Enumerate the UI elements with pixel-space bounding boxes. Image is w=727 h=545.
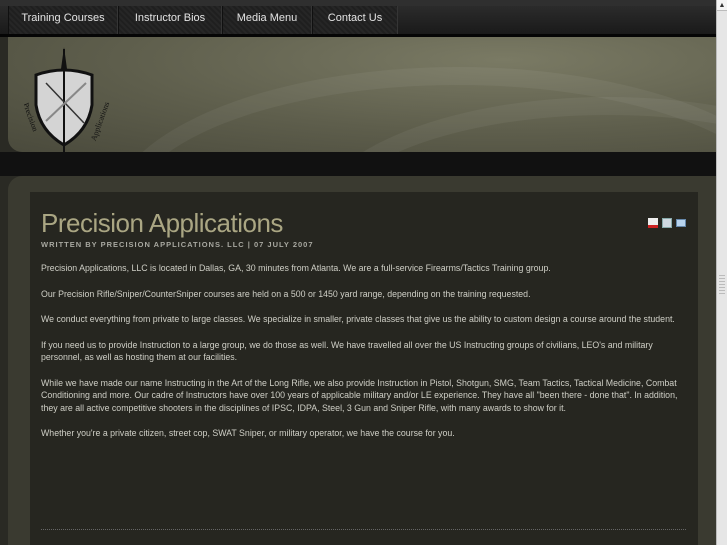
content-area: Precision Applications WRITTEN BY PRECIS… bbox=[8, 176, 716, 545]
dotted-divider bbox=[41, 529, 686, 530]
email-icon[interactable] bbox=[676, 219, 686, 227]
print-icon[interactable] bbox=[662, 218, 672, 228]
article: Precision Applications WRITTEN BY PRECIS… bbox=[30, 192, 698, 545]
paragraph: Our Precision Rifle/Sniper/CounterSniper… bbox=[41, 288, 531, 299]
nav-instructor-bios[interactable]: Instructor Bios bbox=[118, 6, 222, 34]
article-body: Precision Applications, LLC is located i… bbox=[41, 262, 691, 453]
shield-logo-icon: Precision Applications bbox=[21, 47, 111, 155]
paragraph: Precision Applications, LLC is located i… bbox=[41, 263, 551, 273]
logo[interactable]: Precision Applications bbox=[21, 43, 114, 158]
nav-training-courses[interactable]: Training Courses bbox=[8, 6, 118, 34]
nav-contact-us[interactable]: Contact Us bbox=[312, 6, 398, 34]
header-banner: Precision Applications bbox=[8, 37, 716, 367]
scroll-up-arrow-icon[interactable]: ▲ bbox=[717, 0, 727, 11]
scrollbar-thumb-grip[interactable] bbox=[719, 275, 725, 295]
pdf-icon[interactable] bbox=[648, 218, 658, 228]
paragraph: Whether you're a private citizen, street… bbox=[41, 428, 455, 438]
article-actions bbox=[648, 218, 686, 228]
nav-media-menu[interactable]: Media Menu bbox=[222, 6, 312, 34]
page: Training Courses Instructor Bios Media M… bbox=[0, 0, 716, 545]
vertical-scrollbar[interactable]: ▲ bbox=[716, 0, 727, 545]
paragraph: If you need us to provide Instruction to… bbox=[41, 339, 653, 363]
header-divider bbox=[0, 152, 716, 176]
main-nav: Training Courses Instructor Bios Media M… bbox=[0, 0, 716, 37]
paragraph: We conduct everything from private to la… bbox=[41, 314, 675, 324]
paragraph: While we have made our name Instructing … bbox=[41, 377, 678, 413]
article-title: Precision Applications bbox=[41, 208, 283, 238]
article-meta: WRITTEN BY PRECISION APPLICATIONS. LLC |… bbox=[41, 240, 314, 249]
